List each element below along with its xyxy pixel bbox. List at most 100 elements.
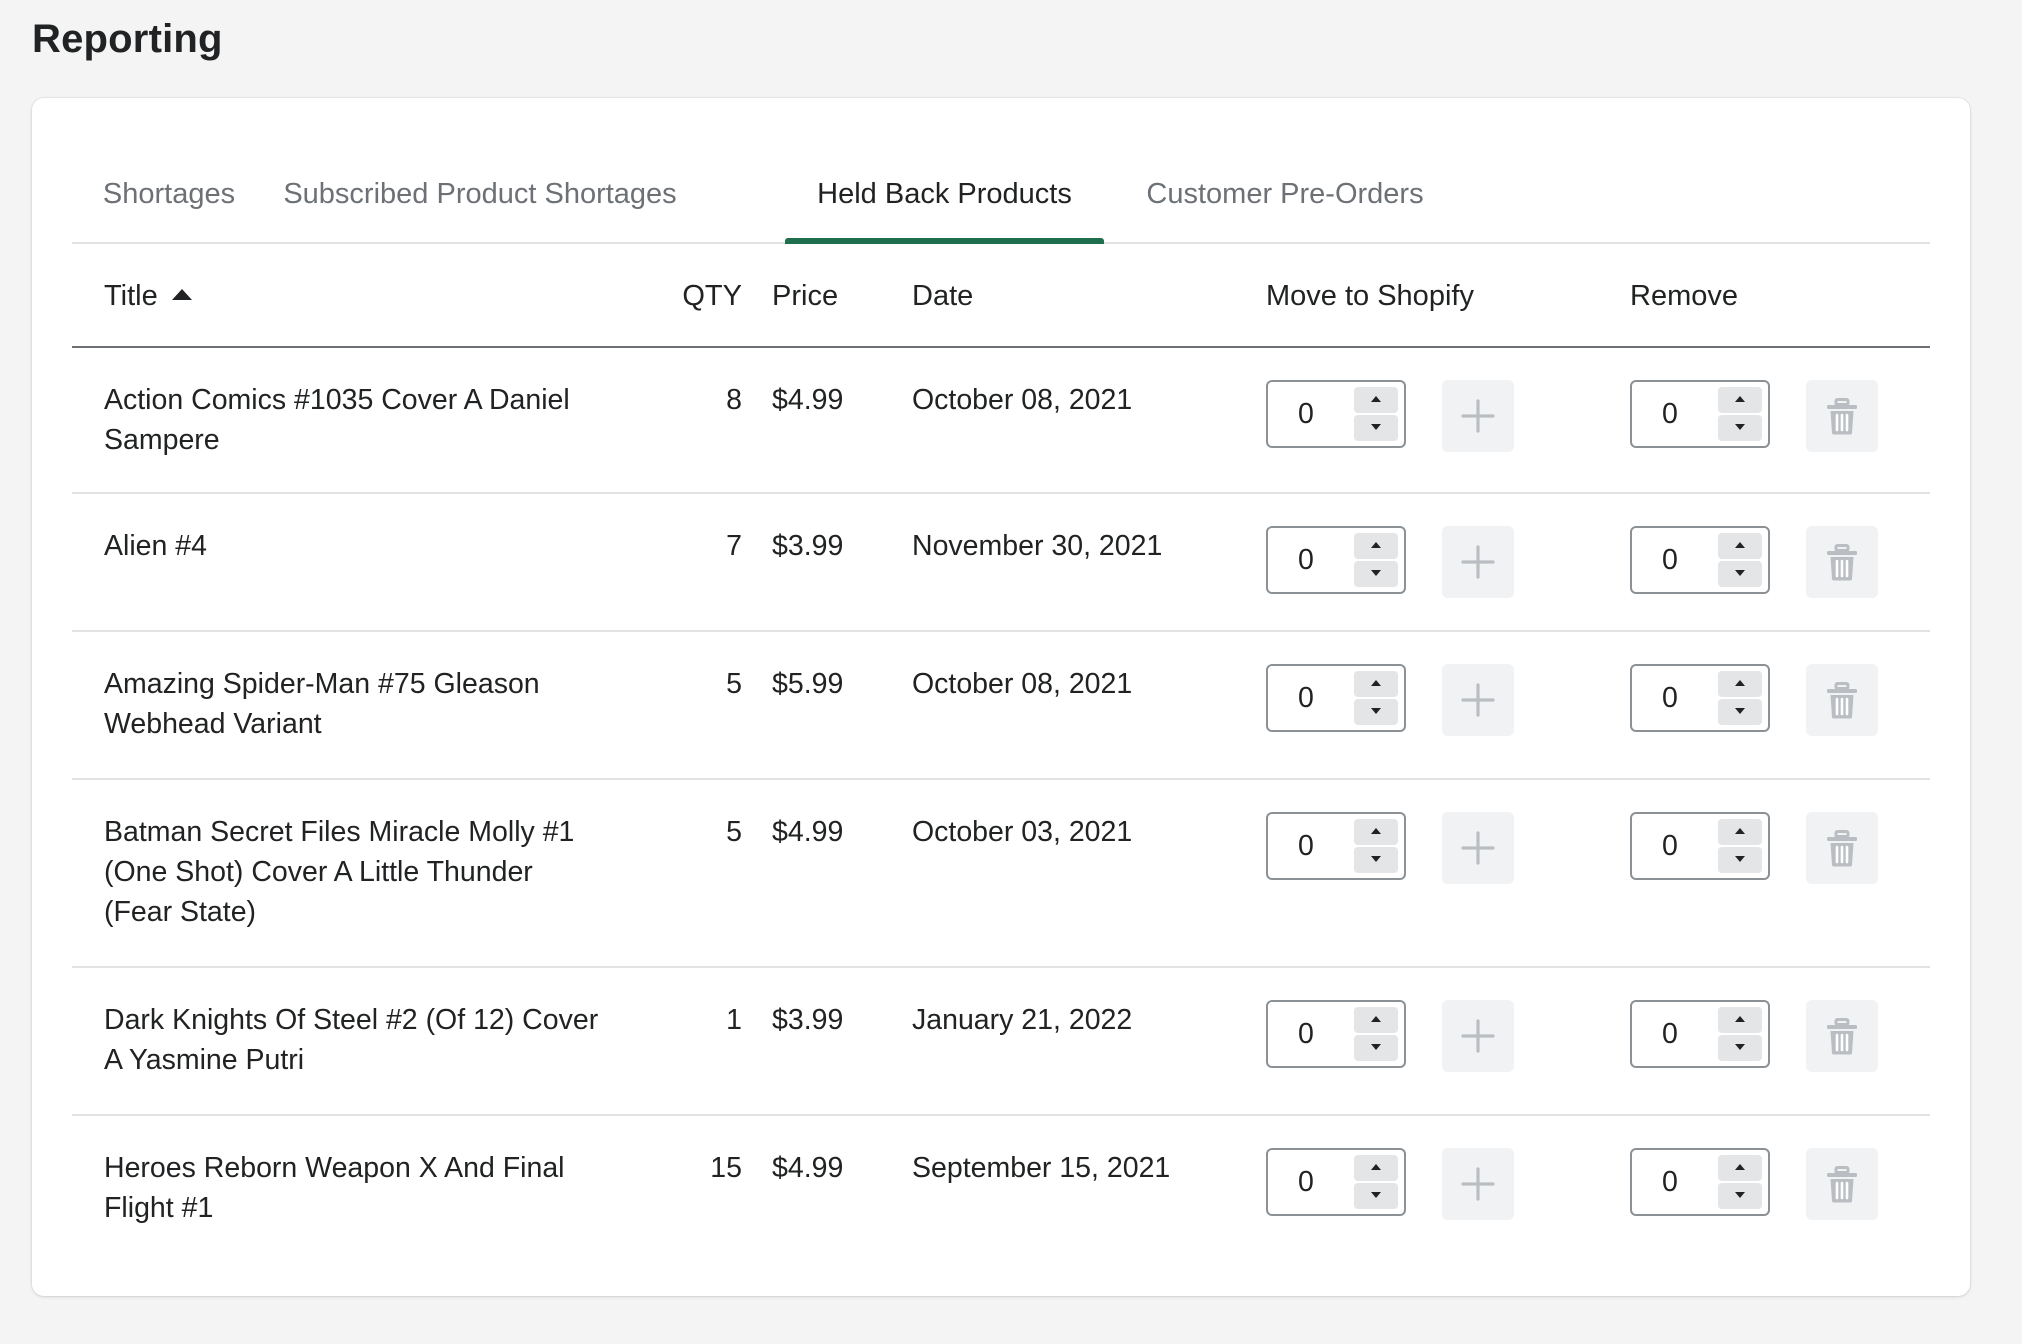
move-decrement-button[interactable] [1354, 847, 1398, 873]
product-qty: 7 [726, 530, 742, 562]
remove-quantity-stepper[interactable]: 0 [1630, 1148, 1770, 1216]
move-increment-button[interactable] [1354, 671, 1398, 697]
table-row: Dark Knights Of Steel #2 (Of 12) Cover A… [72, 968, 1930, 1116]
product-title: Batman Secret Files Miracle Molly #1 (On… [104, 816, 575, 928]
column-header-price: Price [772, 280, 839, 312]
tab-bar: Shortages Subscribed Product Shortages H… [72, 160, 1930, 244]
remove-increment-button[interactable] [1718, 533, 1762, 559]
column-header-title[interactable]: Title [104, 244, 192, 348]
product-price: $4.99 [772, 384, 844, 416]
remove-decrement-button[interactable] [1718, 1035, 1762, 1061]
reporting-card: Shortages Subscribed Product Shortages H… [32, 98, 1970, 1296]
remove-quantity-stepper[interactable]: 0 [1630, 526, 1770, 594]
move-decrement-button[interactable] [1354, 561, 1398, 587]
move-quantity-value[interactable]: 0 [1298, 814, 1314, 878]
product-price: $3.99 [772, 530, 844, 562]
move-to-shopify-button[interactable] [1442, 1000, 1514, 1072]
remove-button[interactable] [1806, 1148, 1878, 1220]
remove-button[interactable] [1806, 812, 1878, 884]
table-row: Action Comics #1035 Cover A Daniel Sampe… [72, 348, 1930, 494]
product-price: $4.99 [772, 816, 844, 848]
product-date: October 08, 2021 [912, 384, 1133, 416]
remove-quantity-value[interactable]: 0 [1662, 528, 1678, 592]
move-quantity-value[interactable]: 0 [1298, 666, 1314, 730]
column-header-remove: Remove [1630, 280, 1738, 312]
move-decrement-button[interactable] [1354, 1035, 1398, 1061]
remove-decrement-button[interactable] [1718, 561, 1762, 587]
column-header-date: Date [912, 280, 974, 312]
product-title: Action Comics #1035 Cover A Daniel Sampe… [104, 384, 570, 456]
move-quantity-stepper[interactable]: 0 [1266, 1148, 1406, 1216]
move-quantity-value[interactable]: 0 [1298, 1150, 1314, 1214]
column-header-move-to-shopify: Move to Shopify [1266, 280, 1474, 312]
product-title: Heroes Reborn Weapon X And Final Flight … [104, 1152, 565, 1224]
move-increment-button[interactable] [1354, 819, 1398, 845]
tab-shortages[interactable]: Shortages [94, 160, 244, 242]
reporting-page: Reporting Shortages Subscribed Product S… [0, 0, 2022, 1344]
table-row: Alien #4 7 $3.99 November 30, 2021 0 0 [72, 494, 1930, 632]
move-quantity-stepper[interactable]: 0 [1266, 812, 1406, 880]
page-title: Reporting [32, 17, 223, 61]
move-quantity-value[interactable]: 0 [1298, 382, 1314, 446]
product-date: September 15, 2021 [912, 1152, 1171, 1184]
move-quantity-value[interactable]: 0 [1298, 528, 1314, 592]
remove-quantity-stepper[interactable]: 0 [1630, 664, 1770, 732]
held-back-products-table: Title QTY Price Date Move to Shopify Rem… [72, 244, 1930, 1262]
product-qty: 15 [710, 1152, 742, 1184]
remove-button[interactable] [1806, 664, 1878, 736]
move-to-shopify-button[interactable] [1442, 664, 1514, 736]
remove-quantity-stepper[interactable]: 0 [1630, 380, 1770, 448]
product-qty: 5 [726, 816, 742, 848]
move-decrement-button[interactable] [1354, 415, 1398, 441]
move-to-shopify-button[interactable] [1442, 1148, 1514, 1220]
tab-customer-pre-orders[interactable]: Customer Pre-Orders [1130, 160, 1440, 242]
remove-increment-button[interactable] [1718, 819, 1762, 845]
table-row: Batman Secret Files Miracle Molly #1 (On… [72, 780, 1930, 968]
product-date: October 08, 2021 [912, 668, 1133, 700]
move-quantity-stepper[interactable]: 0 [1266, 526, 1406, 594]
move-quantity-stepper[interactable]: 0 [1266, 1000, 1406, 1068]
remove-decrement-button[interactable] [1718, 1183, 1762, 1209]
product-title: Alien #4 [104, 530, 207, 562]
move-increment-button[interactable] [1354, 387, 1398, 413]
product-price: $3.99 [772, 1004, 844, 1036]
remove-quantity-value[interactable]: 0 [1662, 1002, 1678, 1066]
remove-quantity-stepper[interactable]: 0 [1630, 812, 1770, 880]
move-increment-button[interactable] [1354, 1155, 1398, 1181]
remove-increment-button[interactable] [1718, 387, 1762, 413]
remove-quantity-value[interactable]: 0 [1662, 666, 1678, 730]
product-title: Dark Knights Of Steel #2 (Of 12) Cover A… [104, 1004, 599, 1076]
move-to-shopify-button[interactable] [1442, 380, 1514, 452]
product-price: $5.99 [772, 668, 844, 700]
move-increment-button[interactable] [1354, 533, 1398, 559]
move-increment-button[interactable] [1354, 1007, 1398, 1033]
move-quantity-value[interactable]: 0 [1298, 1002, 1314, 1066]
table-header: Title QTY Price Date Move to Shopify Rem… [72, 244, 1930, 348]
move-quantity-stepper[interactable]: 0 [1266, 664, 1406, 732]
remove-quantity-stepper[interactable]: 0 [1630, 1000, 1770, 1068]
product-date: January 21, 2022 [912, 1004, 1133, 1036]
product-qty: 8 [726, 384, 742, 416]
remove-quantity-value[interactable]: 0 [1662, 382, 1678, 446]
remove-button[interactable] [1806, 1000, 1878, 1072]
tab-subscribed-product-shortages[interactable]: Subscribed Product Shortages [274, 160, 686, 242]
move-quantity-stepper[interactable]: 0 [1266, 380, 1406, 448]
remove-button[interactable] [1806, 380, 1878, 452]
sort-ascending-icon [171, 289, 192, 300]
column-header-qty: QTY [682, 280, 742, 312]
remove-quantity-value[interactable]: 0 [1662, 1150, 1678, 1214]
remove-decrement-button[interactable] [1718, 415, 1762, 441]
remove-decrement-button[interactable] [1718, 699, 1762, 725]
product-qty: 5 [726, 668, 742, 700]
remove-button[interactable] [1806, 526, 1878, 598]
move-to-shopify-button[interactable] [1442, 812, 1514, 884]
tab-held-back-products[interactable]: Held Back Products [785, 160, 1104, 244]
remove-increment-button[interactable] [1718, 1007, 1762, 1033]
remove-increment-button[interactable] [1718, 671, 1762, 697]
move-decrement-button[interactable] [1354, 699, 1398, 725]
remove-quantity-value[interactable]: 0 [1662, 814, 1678, 878]
remove-decrement-button[interactable] [1718, 847, 1762, 873]
remove-increment-button[interactable] [1718, 1155, 1762, 1181]
move-decrement-button[interactable] [1354, 1183, 1398, 1209]
move-to-shopify-button[interactable] [1442, 526, 1514, 598]
